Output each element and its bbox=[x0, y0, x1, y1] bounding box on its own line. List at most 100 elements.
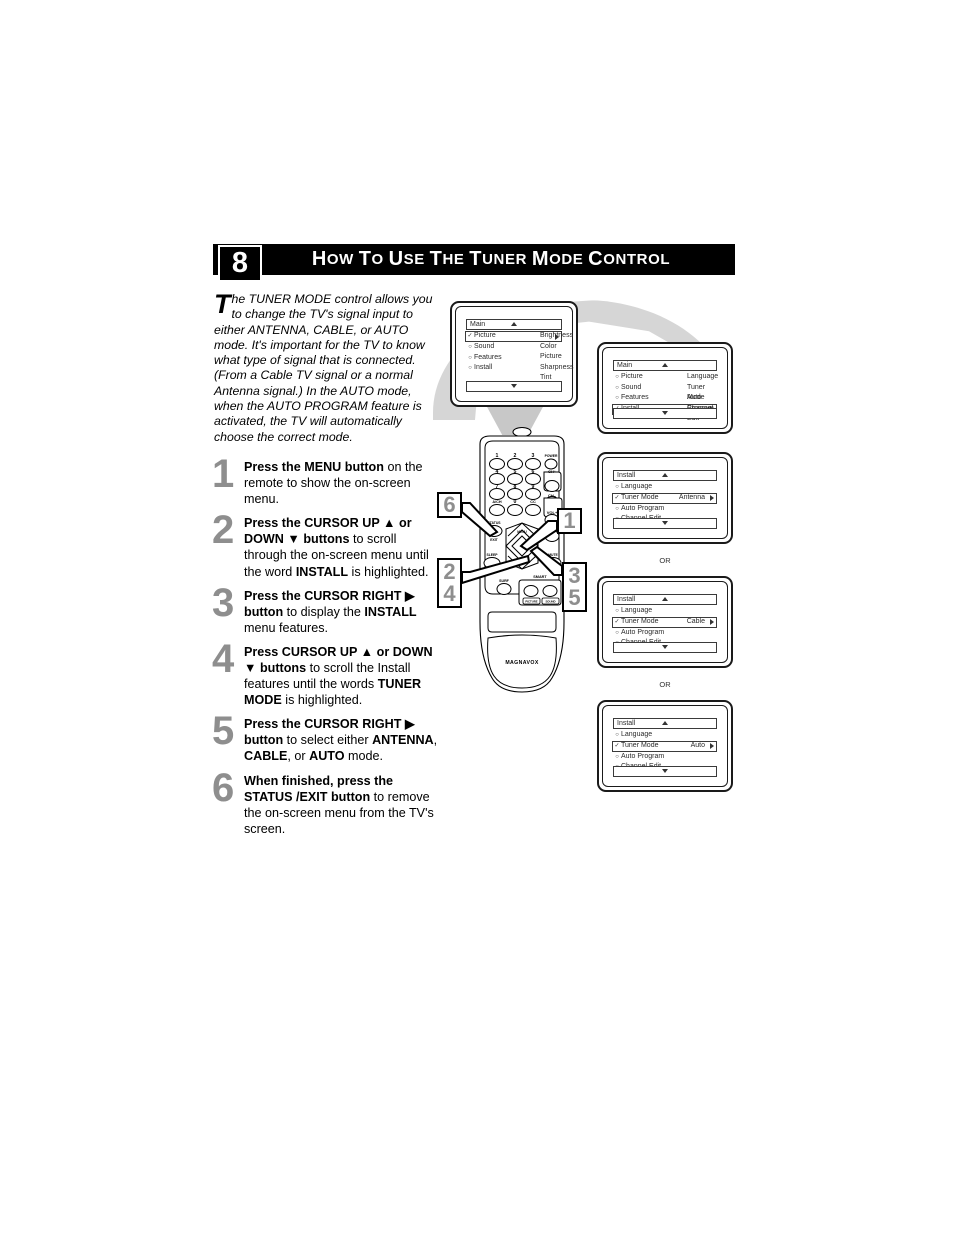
step-text-4: Press CURSOR UP ▲ or DOWN ▼ buttons to s… bbox=[244, 644, 433, 708]
chevron-up-icon bbox=[662, 473, 668, 477]
svg-text:CH+: CH+ bbox=[548, 469, 557, 474]
svg-text:PICTURE: PICTURE bbox=[525, 600, 537, 604]
callout-step-2-4: 24 bbox=[437, 558, 462, 608]
osd-panel-main-picture: Main ✓ Picture ○ Sound ○ Features ○ Install Brigh… bbox=[450, 301, 578, 407]
osd-row-label: Sound bbox=[474, 343, 495, 350]
chevron-up-icon bbox=[662, 597, 668, 601]
step-item-5: 5 Press the CURSOR RIGHT ▶ button to sele… bbox=[212, 711, 438, 764]
step-number-6: 6 bbox=[212, 765, 235, 810]
svg-text:POWER: POWER bbox=[545, 454, 558, 458]
osd-row[interactable]: ○ Auto Program bbox=[613, 628, 717, 639]
osd-title-label: Main bbox=[617, 362, 633, 369]
osd-bottom-bar bbox=[613, 642, 717, 653]
osd-row[interactable]: ○ Language bbox=[613, 482, 717, 493]
osd-row[interactable]: ○ Language bbox=[613, 606, 717, 617]
chevron-up-icon bbox=[662, 721, 668, 725]
svg-text:3: 3 bbox=[532, 453, 535, 459]
step-text-2: Press the CURSOR UP ▲ or DOWN ▼ buttons … bbox=[244, 516, 429, 579]
step-item-1: 1 Press the MENU button on the remote to … bbox=[212, 454, 438, 507]
osd-submenu-item[interactable]: Picture bbox=[540, 352, 573, 363]
osd-row-list: ✓ Picture ○ Sound ○ Features ○ Install Brightnes… bbox=[465, 331, 573, 392]
osd-submenu-item[interactable]: Tuner Mode bbox=[687, 383, 718, 402]
osd-row[interactable]: ○ Language bbox=[613, 730, 717, 741]
osd-row[interactable]: ✓ Tuner Mode Auto bbox=[612, 740, 717, 752]
bullet-icon: ○ bbox=[615, 374, 619, 380]
chevron-down-icon bbox=[662, 411, 668, 415]
callout-digit: 2 bbox=[443, 559, 456, 584]
bullet-icon: ○ bbox=[615, 505, 619, 512]
osd-title-label: Install bbox=[617, 720, 636, 727]
osd-submenu-item[interactable]: Brightness bbox=[540, 331, 573, 342]
or-separator-1: OR bbox=[659, 556, 671, 565]
osd-row-label: Install bbox=[474, 364, 493, 371]
osd-bottom-bar bbox=[466, 381, 562, 392]
step-number-3: 3 bbox=[212, 580, 235, 625]
bullet-icon: ○ bbox=[615, 395, 619, 401]
steps-list: 1 Press the MENU button on the remote to … bbox=[212, 454, 438, 837]
osd-row-label: Auto Program bbox=[621, 504, 665, 512]
osd-panel-install-auto: Install ○ Language ✓ Tuner Mode Auto ○ Auto Pro… bbox=[597, 700, 733, 792]
svg-text:8: 8 bbox=[514, 484, 517, 490]
chevron-down-icon bbox=[662, 645, 668, 649]
osd-bottom-bar bbox=[613, 408, 717, 419]
check-icon: ✓ bbox=[614, 494, 620, 501]
callout-step-3-5: 35 bbox=[562, 562, 587, 612]
osd-title-label: Main bbox=[470, 321, 486, 328]
check-icon: ✓ bbox=[467, 333, 473, 340]
svg-text:1: 1 bbox=[496, 453, 499, 459]
callout-step-6: 6 bbox=[437, 492, 462, 518]
osd-row-label: Language bbox=[621, 483, 653, 490]
bullet-icon: ○ bbox=[468, 354, 472, 361]
step-item-3: 3 Press the CURSOR RIGHT ▶ button to disp… bbox=[212, 583, 438, 636]
callout-digit: 3 bbox=[568, 563, 581, 588]
svg-text:SLEEP: SLEEP bbox=[486, 553, 498, 557]
osd-panel-install-cable: Install ○ Language ✓ Tuner Mode Cable ○ Auto Pr… bbox=[597, 576, 733, 668]
bullet-icon: ○ bbox=[615, 732, 619, 738]
bullet-icon: ○ bbox=[615, 384, 619, 391]
chevron-down-icon bbox=[662, 769, 668, 773]
or-separator-2: OR bbox=[659, 680, 671, 689]
svg-text:A/CH: A/CH bbox=[492, 500, 502, 504]
osd-row[interactable]: ○ Auto Program bbox=[613, 752, 717, 763]
svg-text:SMART: SMART bbox=[533, 575, 547, 579]
osd-title-bar: Main bbox=[613, 360, 717, 371]
callout-digit: 4 bbox=[443, 581, 456, 606]
chevron-right-icon bbox=[710, 495, 714, 501]
step-item-4: 4 Press CURSOR UP ▲ or DOWN ▼ buttons to … bbox=[212, 639, 438, 708]
step-number-5: 5 bbox=[212, 709, 235, 754]
osd-row[interactable]: ✓ Tuner Mode Antenna bbox=[612, 492, 717, 504]
osd-row-label: Language bbox=[621, 607, 653, 614]
osd-row[interactable]: ✓ Tuner Mode Cable bbox=[612, 616, 717, 628]
osd-submenu-item[interactable]: Sharpness bbox=[540, 363, 573, 374]
osd-bottom-bar bbox=[613, 766, 717, 777]
svg-text:4: 4 bbox=[496, 469, 499, 475]
check-icon: ✓ bbox=[614, 742, 620, 749]
osd-row-label: Auto Program bbox=[621, 628, 665, 636]
step-text-5: Press the CURSOR RIGHT ▶ button to selec… bbox=[244, 717, 438, 764]
step-number-4: 4 bbox=[212, 636, 235, 681]
svg-text:CH–: CH– bbox=[548, 493, 557, 498]
osd-title-label: Install bbox=[617, 472, 636, 479]
osd-submenu-item[interactable]: Language bbox=[687, 372, 718, 383]
chevron-down-icon bbox=[662, 521, 668, 525]
intro-dropcap: T bbox=[214, 289, 231, 319]
osd-row-label: Tuner Mode bbox=[621, 741, 659, 749]
chevron-right-icon bbox=[710, 743, 714, 749]
osd-row[interactable]: ○ Auto Program bbox=[613, 504, 717, 515]
svg-text:9: 9 bbox=[532, 484, 535, 490]
instructions-column: The TUNER MODE control allows you to cha… bbox=[212, 289, 438, 845]
osd-row-label: Features bbox=[474, 353, 502, 361]
osd-row-label: Sound bbox=[621, 383, 642, 391]
bullet-icon: ○ bbox=[615, 629, 619, 636]
bullet-icon: ○ bbox=[615, 484, 619, 490]
callout-digit: 6 bbox=[443, 492, 456, 517]
svg-text:2: 2 bbox=[514, 453, 517, 459]
osd-row-label: Tuner Mode bbox=[621, 617, 659, 625]
osd-title-bar: Install bbox=[613, 594, 717, 605]
osd-panel-main-install: Main○Picture○Sound○Features✓InstallLangu… bbox=[597, 342, 733, 434]
section-number-badge: 8 bbox=[218, 245, 262, 282]
osd-title-bar: Install bbox=[613, 718, 717, 729]
step-number-2: 2 bbox=[212, 508, 235, 553]
osd-submenu-item[interactable]: Color bbox=[540, 342, 573, 353]
check-icon: ✓ bbox=[614, 618, 620, 625]
